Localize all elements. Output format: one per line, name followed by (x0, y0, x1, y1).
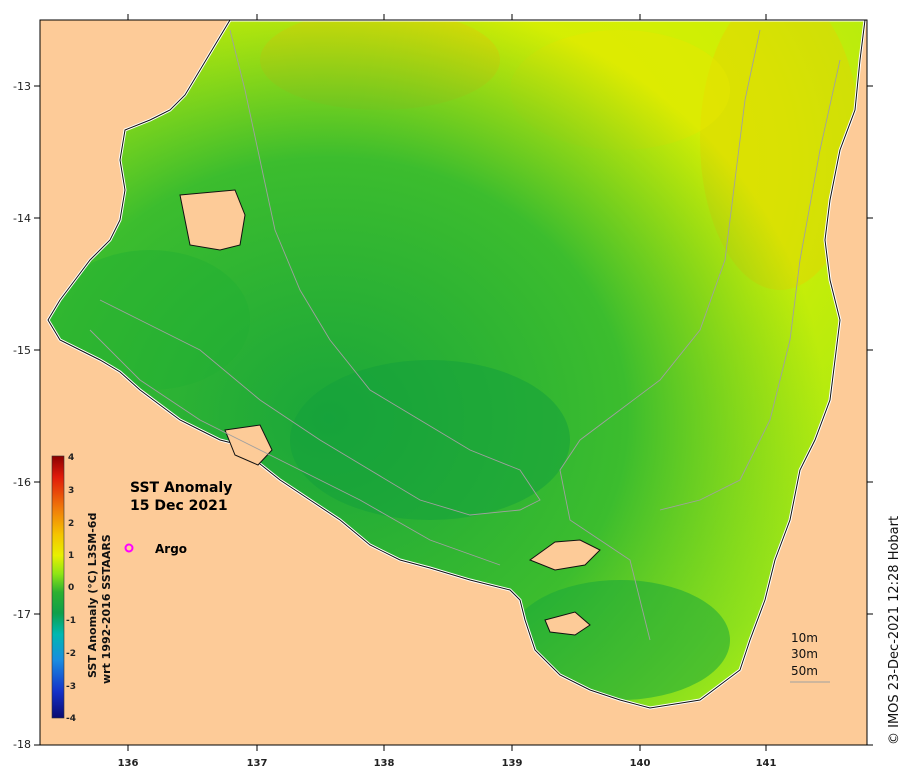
cb-tick: -1 (66, 616, 76, 626)
depth-label-30m: 30m (791, 647, 818, 661)
cb-tick: 1 (68, 551, 74, 561)
cb-tick: 3 (68, 486, 74, 496)
x-tick-140: 140 (630, 758, 651, 769)
island-wellesley (179, 189, 246, 251)
credit-text: © IMOS 23-Dec-2021 12:28 Hobart (887, 516, 902, 745)
depth-label-10m: 10m (791, 631, 818, 645)
argo-legend-label: Argo (155, 542, 187, 556)
cb-tick: -2 (66, 649, 76, 659)
cb-tick: -4 (66, 714, 76, 724)
cb-tick: -3 (66, 682, 76, 692)
cb-tick: 2 (68, 519, 74, 529)
y-tick-neg17: -17 (13, 608, 31, 621)
x-tick-139: 139 (502, 758, 523, 769)
x-tick-136: 136 (118, 758, 139, 769)
cb-tick: 4 (68, 453, 74, 463)
colorbar-label-line1: SST Anomaly (°C) L3SM-6d (86, 513, 99, 678)
x-tick-138: 138 (374, 758, 395, 769)
map-date: 15 Dec 2021 (130, 498, 228, 514)
y-tick-neg16: -16 (13, 476, 31, 489)
x-tick-141: 141 (756, 758, 777, 769)
map-figure: 136 137 138 139 140 141 -13 -14 -15 -16 … (13, 14, 902, 769)
y-tick-neg18: -18 (13, 738, 31, 751)
y-tick-neg13: -13 (13, 80, 31, 93)
y-tick-neg15: -15 (13, 344, 31, 357)
map-title: SST Anomaly (130, 480, 232, 496)
depth-label-50m: 50m (791, 664, 818, 678)
cb-tick: 0 (68, 583, 74, 593)
colorbar-label-line2: wrt 1992-2016 SSTAARS (100, 534, 113, 684)
colorbar (51, 455, 65, 719)
x-tick-137: 137 (247, 758, 268, 769)
y-tick-neg14: -14 (13, 212, 31, 225)
